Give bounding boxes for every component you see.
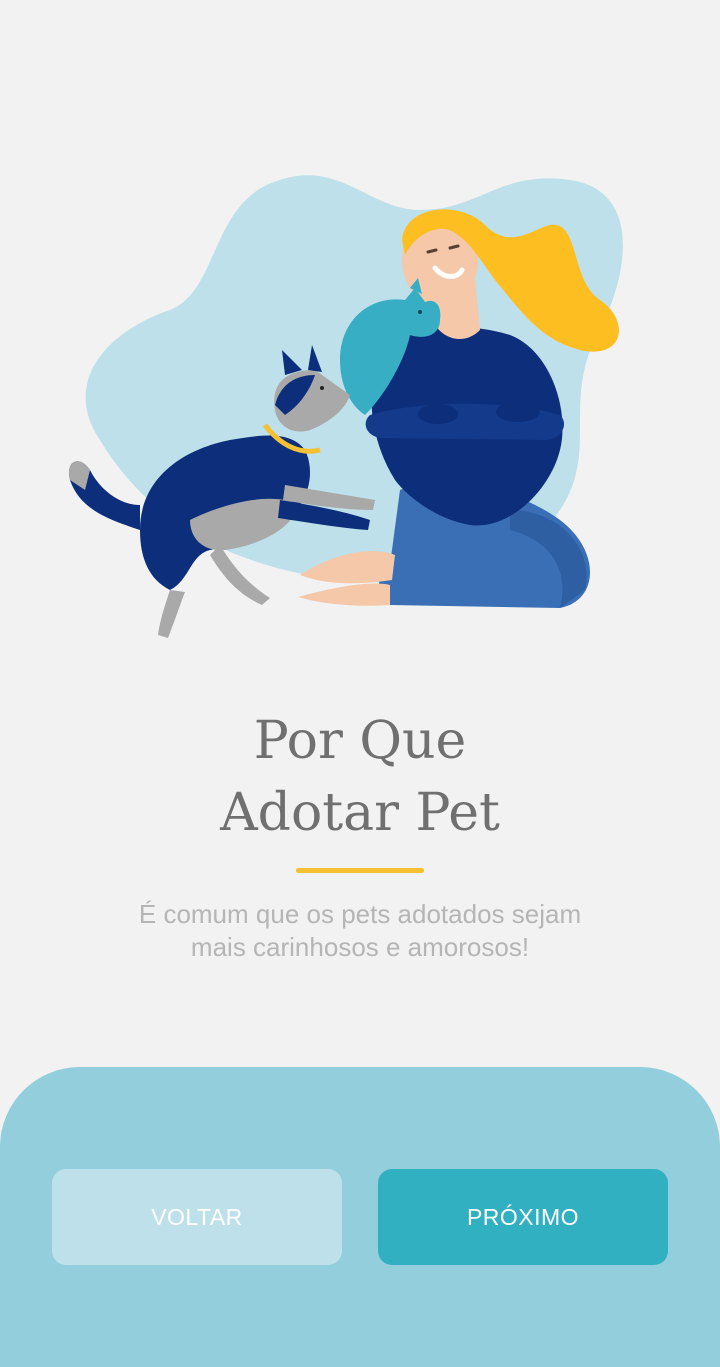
next-button[interactable]: PRÓXIMO xyxy=(378,1169,668,1265)
page-title: Por Que Adotar Pet xyxy=(0,705,720,849)
back-button[interactable]: VOLTAR xyxy=(52,1169,342,1265)
title-line-1: Por Que xyxy=(253,711,467,771)
title-underline xyxy=(296,868,424,873)
bottom-action-panel: VOLTAR PRÓXIMO xyxy=(0,1067,720,1367)
subtitle-line-1: É comum que os pets adotados sejam xyxy=(138,899,582,929)
page-subtitle: É comum que os pets adotados sejam mais … xyxy=(60,898,660,964)
pet-adoption-illustration xyxy=(69,175,623,638)
title-line-2: Adotar Pet xyxy=(220,783,500,843)
subtitle-line-2: mais carinhosos e amorosos! xyxy=(190,932,530,962)
